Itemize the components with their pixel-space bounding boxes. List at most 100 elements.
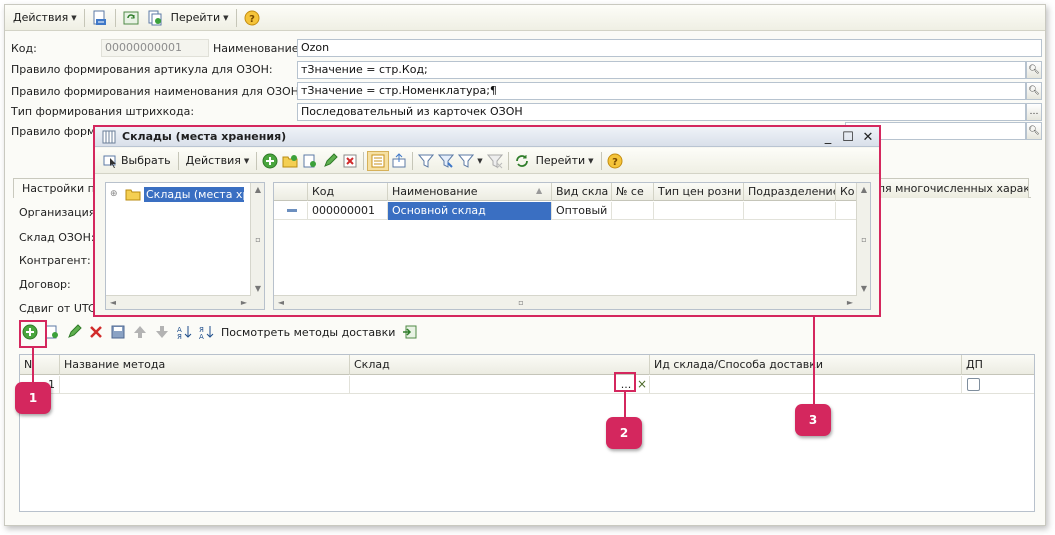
method-name-cell[interactable]: [60, 376, 350, 394]
dialog-clear-filter-button[interactable]: [485, 151, 505, 171]
toolbar-separator: [600, 151, 602, 170]
highlight-add-button: [19, 320, 47, 348]
list-item[interactable]: 000000001 Основной склад Оптовый: [274, 202, 858, 220]
warehouse-id-cell[interactable]: [650, 376, 962, 394]
move-up-button[interactable]: [129, 322, 151, 342]
dialog-mark-delete-button[interactable]: [340, 151, 360, 171]
dialog-refresh-button[interactable]: [512, 151, 532, 171]
sort-desc-button[interactable]: ЯA: [195, 322, 217, 342]
dialog-filter-button[interactable]: [416, 151, 436, 171]
warehouse-cell[interactable]: ... ×: [350, 376, 650, 394]
column-header-kind[interactable]: Вид скла: [552, 183, 612, 201]
svg-text:?: ?: [612, 157, 618, 168]
post-close-button[interactable]: [88, 8, 112, 28]
scroll-thumb-icon[interactable]: ▫: [251, 235, 265, 244]
scroll-thumb-icon[interactable]: ▫: [857, 235, 871, 244]
rule-name-search-button[interactable]: 🔍︎: [1026, 82, 1042, 100]
delivery-methods-table[interactable]: N Название метода Склад Ид склада/Способ…: [19, 354, 1035, 512]
column-header-warehouse-id[interactable]: Ид склада/Способа доставки: [650, 355, 962, 375]
goto-menu-button[interactable]: Перейти ▼: [167, 8, 233, 28]
column-header-number[interactable]: N: [20, 355, 60, 375]
export-button[interactable]: [399, 322, 421, 342]
scroll-down-icon[interactable]: ▼: [251, 284, 265, 293]
rule-other-search-button[interactable]: 🔍︎: [1026, 122, 1042, 140]
tab-settings[interactable]: Настройки по: [13, 178, 97, 198]
dialog-filter-value-button[interactable]: [436, 151, 456, 171]
dialog-edit-button[interactable]: [320, 151, 340, 171]
column-header-number[interactable]: № се: [612, 183, 654, 201]
barcode-type-select-button[interactable]: …: [1026, 103, 1042, 121]
rule-article-field[interactable]: тЗначение = стр.Код;: [297, 61, 1026, 79]
dialog-add-group-button[interactable]: [280, 151, 300, 171]
rule-article-search-button[interactable]: 🔍︎: [1026, 61, 1042, 79]
caret-down-icon: ▼: [588, 156, 594, 165]
scroll-left-icon[interactable]: ◄: [106, 298, 120, 307]
name-field[interactable]: Ozon: [297, 39, 1042, 57]
refresh-icon: [514, 153, 530, 169]
column-header-code[interactable]: Код: [308, 183, 388, 201]
tree-node-root[interactable]: ⊕ Склады (места хра: [110, 186, 250, 202]
toolbar-separator: [114, 8, 116, 27]
dialog-title-bar: Склады (места хранения): [95, 127, 879, 147]
minimize-button[interactable]: _: [819, 128, 837, 146]
caret-down-icon: ▼: [477, 156, 483, 165]
dialog-filter-history-button[interactable]: ▼: [456, 151, 484, 171]
ozon-warehouse-label: Склад ОЗОН:: [19, 231, 95, 244]
utc-offset-label: Сдвиг от UTC: [19, 302, 96, 315]
scroll-right-icon[interactable]: ►: [237, 298, 251, 307]
dialog-tree-toggle-button[interactable]: [367, 150, 390, 171]
table-row[interactable]: 1 ... ×: [20, 376, 1034, 394]
filter-by-value-icon: [438, 153, 455, 169]
column-header-price-type[interactable]: Тип цен розни: [654, 183, 744, 201]
dialog-copy-button[interactable]: [300, 151, 320, 171]
column-header-name[interactable]: Наименование: [388, 183, 552, 201]
scroll-up-icon[interactable]: ▲: [251, 185, 265, 194]
expand-plus-icon[interactable]: ⊕: [110, 189, 122, 199]
move-down-button[interactable]: [151, 322, 173, 342]
column-header-warehouse[interactable]: Склад: [350, 355, 650, 375]
copy-button[interactable]: [143, 8, 167, 28]
scroll-left-icon[interactable]: ◄: [274, 298, 288, 307]
dialog-goto-menu-button[interactable]: Перейти ▼: [532, 151, 598, 171]
scroll-right-icon[interactable]: ►: [843, 298, 857, 307]
list-vertical-scrollbar[interactable]: ▲ ▫ ▼: [856, 183, 870, 309]
scroll-down-icon[interactable]: ▼: [857, 284, 871, 293]
edit-method-button[interactable]: [63, 322, 85, 342]
refresh-button[interactable]: [119, 8, 143, 28]
tree-vertical-scrollbar[interactable]: ▲ ▫ ▼: [250, 183, 264, 309]
groups-tree[interactable]: ⊕ Склады (места хра ▲ ▫ ▼ ◄ ►: [105, 182, 265, 310]
dp-checkbox[interactable]: [967, 378, 980, 391]
close-button[interactable]: ✕: [859, 128, 877, 146]
search-icon: 🔍︎: [1028, 126, 1040, 136]
list-horizontal-scrollbar[interactable]: ◄ ▫ ►: [274, 295, 857, 309]
delete-method-button[interactable]: [85, 322, 107, 342]
dialog-actions-menu-button[interactable]: Действия ▼: [182, 151, 254, 171]
scroll-up-icon[interactable]: ▲: [857, 185, 871, 194]
help-button[interactable]: ?: [240, 8, 264, 28]
toolbar-separator: [363, 151, 365, 170]
end-edit-button[interactable]: [107, 322, 129, 342]
view-delivery-methods-button[interactable]: Посмотреть методы доставки: [217, 322, 399, 342]
maximize-button[interactable]: ☐: [839, 128, 857, 146]
dialog-level-up-button[interactable]: [389, 151, 409, 171]
rule-name-field[interactable]: тЗначение = стр.Номенклатура;¶: [297, 82, 1026, 100]
column-header-more[interactable]: Ко: [836, 183, 858, 201]
warehouse-clear-button[interactable]: ×: [637, 377, 647, 391]
actions-menu-button[interactable]: Действия ▼: [9, 8, 81, 28]
column-header-department[interactable]: Подразделение: [744, 183, 836, 201]
barcode-type-field[interactable]: Последовательный из карточек ОЗОН: [297, 103, 1026, 121]
tree-horizontal-scrollbar[interactable]: ◄ ►: [106, 295, 251, 309]
actions-menu-label: Действия: [13, 11, 69, 24]
code-field[interactable]: 00000000001: [101, 39, 209, 57]
select-button[interactable]: Выбрать: [99, 151, 175, 171]
column-header-icon: [274, 183, 308, 201]
sort-asc-button[interactable]: AЯ: [173, 322, 195, 342]
dialog-help-button[interactable]: ?: [605, 151, 625, 171]
warehouses-list[interactable]: Код Наименование ▲ Вид скла № се Тип цен…: [273, 182, 871, 310]
toolbar-separator: [507, 151, 509, 170]
scroll-thumb-icon[interactable]: ▫: [514, 298, 528, 307]
dialog-add-button[interactable]: [260, 151, 280, 171]
column-header-dp[interactable]: ДП: [962, 355, 1034, 375]
tab-characteristics[interactable]: ля многочисленных харак: [869, 178, 1029, 198]
column-header-method-name[interactable]: Название метода: [60, 355, 350, 375]
